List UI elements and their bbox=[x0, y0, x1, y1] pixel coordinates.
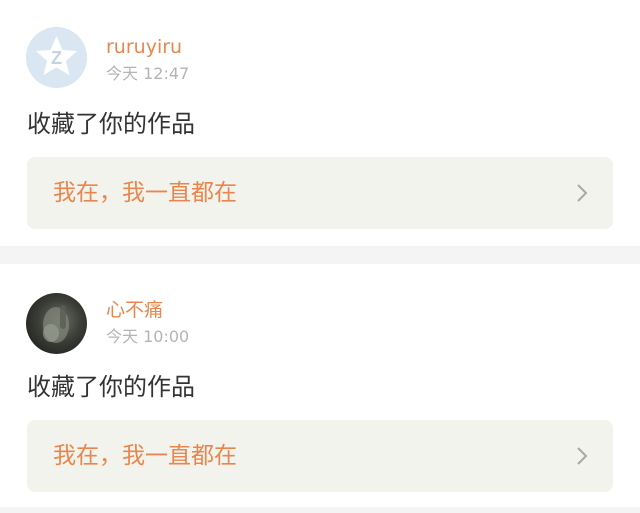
work-title: 我在，我一直都在 bbox=[53, 443, 237, 469]
work-link[interactable]: 我在，我一直都在 bbox=[27, 420, 613, 492]
notification-card: Z ruruyiru 今天 12:47 收藏了你的作品 我在，我一直都在 bbox=[0, 0, 640, 246]
username[interactable]: 心不痛 bbox=[106, 299, 163, 321]
notification-feed: Z ruruyiru 今天 12:47 收藏了你的作品 我在，我一直都在 心不痛… bbox=[0, 0, 640, 513]
svg-text:Z: Z bbox=[51, 48, 62, 68]
avatar[interactable]: Z bbox=[26, 27, 87, 88]
work-link[interactable]: 我在，我一直都在 bbox=[27, 157, 613, 229]
activity-text: 收藏了你的作品 bbox=[27, 110, 195, 138]
user-photo-icon bbox=[43, 305, 69, 343]
default-avatar-icon: Z bbox=[26, 27, 87, 88]
chevron-right-icon bbox=[577, 184, 588, 202]
timestamp: 今天 12:47 bbox=[106, 64, 190, 83]
activity-text: 收藏了你的作品 bbox=[27, 373, 195, 401]
username[interactable]: ruruyiru bbox=[106, 36, 182, 58]
notification-card: 心不痛 今天 10:00 收藏了你的作品 我在，我一直都在 bbox=[0, 264, 640, 507]
work-title: 我在，我一直都在 bbox=[53, 180, 237, 206]
chevron-right-icon bbox=[577, 447, 588, 465]
timestamp: 今天 10:00 bbox=[106, 327, 190, 346]
avatar[interactable] bbox=[26, 293, 87, 354]
